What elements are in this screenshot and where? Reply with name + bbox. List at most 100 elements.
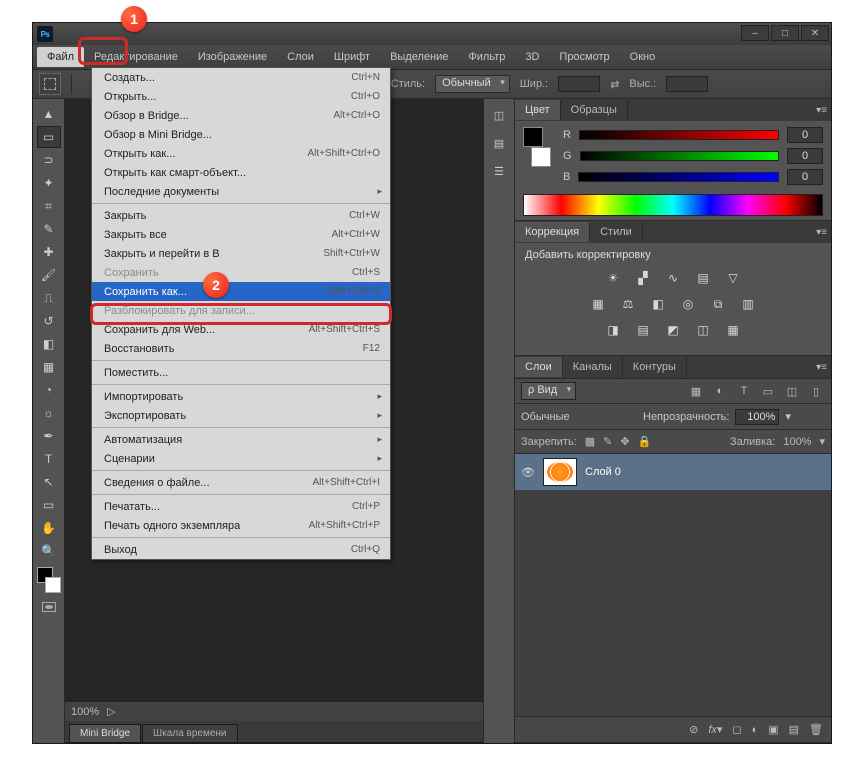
menu-item[interactable]: Печатать...Ctrl+P bbox=[92, 497, 390, 516]
lasso-tool[interactable]: ⊃ bbox=[37, 149, 61, 171]
r-slider[interactable] bbox=[579, 130, 779, 140]
eyedropper-tool[interactable]: ✎ bbox=[37, 218, 61, 240]
gradmap-icon[interactable]: ▦ bbox=[723, 321, 743, 339]
lock-pos-icon[interactable]: ✥ bbox=[620, 435, 629, 448]
delete-icon[interactable]: 🗑 bbox=[809, 723, 823, 736]
eraser-tool[interactable]: ◧ bbox=[37, 333, 61, 355]
lut-icon[interactable]: ▥ bbox=[738, 295, 758, 313]
tab-timeline[interactable]: Шкала времени bbox=[142, 724, 237, 742]
minimize-button[interactable]: – bbox=[741, 25, 769, 41]
menu-item[interactable]: Обзор в Bridge...Alt+Ctrl+O bbox=[92, 106, 390, 125]
fg-bg-tool-swatch[interactable] bbox=[37, 567, 61, 593]
zoom-level[interactable]: 100% bbox=[71, 706, 99, 718]
close-button[interactable]: ✕ bbox=[801, 25, 829, 41]
menu-item[interactable]: Сохранить как...Shift+Ctrl+S bbox=[92, 282, 390, 301]
vibrance-icon[interactable]: ▽ bbox=[723, 269, 743, 287]
tab-swatches[interactable]: Образцы bbox=[561, 100, 628, 120]
filter-smart-icon[interactable]: ◫ bbox=[783, 385, 801, 398]
quick-mask-icon[interactable] bbox=[38, 598, 60, 616]
menu-item[interactable]: Импортировать bbox=[92, 387, 390, 406]
balance-icon[interactable]: ⚖ bbox=[618, 295, 638, 313]
mask-icon[interactable]: ◻ bbox=[732, 723, 741, 736]
menu-item[interactable]: Автоматизация bbox=[92, 430, 390, 449]
group-icon[interactable]: ▣ bbox=[768, 723, 778, 736]
wand-tool[interactable]: ✦ bbox=[37, 172, 61, 194]
height-input[interactable] bbox=[666, 76, 708, 92]
tab-styles[interactable]: Стили bbox=[590, 222, 643, 242]
new-layer-icon[interactable]: ▤ bbox=[789, 723, 799, 736]
fg-bg-swatches[interactable] bbox=[523, 127, 551, 167]
mixer-icon[interactable]: ⧉ bbox=[708, 295, 728, 313]
selective-icon[interactable]: ◫ bbox=[693, 321, 713, 339]
menu-item[interactable]: Последние документы bbox=[92, 182, 390, 201]
menu-слои[interactable]: Слои bbox=[277, 47, 324, 67]
photo-filter-icon[interactable]: ◎ bbox=[678, 295, 698, 313]
shape-tool[interactable]: ▭ bbox=[37, 494, 61, 516]
panel-menu-icon[interactable]: ▾≡ bbox=[816, 362, 827, 373]
exposure-icon[interactable]: ▤ bbox=[693, 269, 713, 287]
layer-list[interactable]: 👁 Слой 0 bbox=[515, 454, 831, 716]
r-input[interactable]: 0 bbox=[787, 127, 823, 143]
filter-shape-icon[interactable]: ▭ bbox=[759, 385, 777, 398]
swap-icon[interactable]: ⇄ bbox=[610, 78, 619, 91]
lock-trans-icon[interactable]: ▩ bbox=[585, 435, 595, 448]
g-slider[interactable] bbox=[580, 151, 779, 161]
menu-item[interactable]: Сведения о файле...Alt+Shift+Ctrl+I bbox=[92, 473, 390, 492]
menu-item[interactable]: Закрыть всеAlt+Ctrl+W bbox=[92, 225, 390, 244]
menu-просмотр[interactable]: Просмотр bbox=[549, 47, 619, 67]
tab-adjustments[interactable]: Коррекция bbox=[515, 222, 590, 242]
filter-type-icon[interactable]: T bbox=[735, 385, 753, 397]
menu-выделение[interactable]: Выделение bbox=[380, 47, 458, 67]
menu-item[interactable]: ЗакрытьCtrl+W bbox=[92, 206, 390, 225]
layer-thumbnail[interactable] bbox=[543, 458, 577, 486]
tab-channels[interactable]: Каналы bbox=[563, 357, 623, 377]
b-input[interactable]: 0 bbox=[787, 169, 823, 185]
curves-icon[interactable]: ∿ bbox=[663, 269, 683, 287]
filter-image-icon[interactable]: ▦ bbox=[687, 385, 705, 398]
menu-item[interactable]: Открыть...Ctrl+O bbox=[92, 87, 390, 106]
g-input[interactable]: 0 bbox=[787, 148, 823, 164]
opacity-input[interactable]: 100% bbox=[735, 409, 779, 425]
hue-icon[interactable]: ▦ bbox=[588, 295, 608, 313]
panel-menu-icon[interactable]: ▾≡ bbox=[816, 105, 827, 116]
menu-item[interactable]: Создать...Ctrl+N bbox=[92, 68, 390, 87]
menu-item[interactable]: Сценарии bbox=[92, 449, 390, 468]
pen-tool[interactable]: ✒ bbox=[37, 425, 61, 447]
fx-icon[interactable]: fx▾ bbox=[708, 723, 722, 736]
fill-adj-icon[interactable]: ◐ bbox=[752, 724, 759, 736]
marquee-tool[interactable]: ▭ bbox=[37, 126, 61, 148]
menu-3d[interactable]: 3D bbox=[515, 47, 549, 67]
link-layers-icon[interactable]: ⊘ bbox=[689, 723, 698, 736]
filter-adjust-icon[interactable]: ◐ bbox=[711, 385, 729, 397]
history-panel-icon[interactable]: ◫ bbox=[488, 105, 510, 125]
gradient-tool[interactable]: ▦ bbox=[37, 356, 61, 378]
menu-item[interactable]: Закрыть и перейти в BShift+Ctrl+W bbox=[92, 244, 390, 263]
fill-input[interactable]: 100% bbox=[783, 436, 811, 448]
blend-mode-select[interactable]: Обычные bbox=[521, 411, 631, 423]
menu-item[interactable]: Поместить... bbox=[92, 363, 390, 382]
layer-row[interactable]: 👁 Слой 0 bbox=[515, 454, 831, 490]
panel-menu-icon[interactable]: ▾≡ bbox=[816, 227, 827, 238]
filter-toggle-icon[interactable]: ▯ bbox=[807, 385, 825, 398]
menu-редактирование[interactable]: Редактирование bbox=[84, 47, 188, 67]
heal-tool[interactable]: ✚ bbox=[37, 241, 61, 263]
menu-item[interactable]: ВыходCtrl+Q bbox=[92, 540, 390, 559]
opacity-arrow-icon[interactable]: ▾ bbox=[785, 410, 791, 423]
dodge-tool[interactable]: ☼ bbox=[37, 402, 61, 424]
visibility-icon[interactable]: 👁 bbox=[521, 466, 535, 479]
menu-item[interactable]: ВосстановитьF12 bbox=[92, 339, 390, 358]
move-tool[interactable]: ▲ bbox=[37, 103, 61, 125]
width-input[interactable] bbox=[558, 76, 600, 92]
tab-color[interactable]: Цвет bbox=[515, 100, 561, 120]
crop-tool[interactable]: ⌗ bbox=[37, 195, 61, 217]
blur-tool[interactable]: ◔ bbox=[37, 379, 61, 401]
menu-item[interactable]: Сохранить для Web...Alt+Shift+Ctrl+S bbox=[92, 320, 390, 339]
tab-layers[interactable]: Слои bbox=[515, 357, 563, 377]
path-tool[interactable]: ↖ bbox=[37, 471, 61, 493]
marquee-tool-preset-icon[interactable] bbox=[39, 73, 61, 95]
levels-icon[interactable]: ▞ bbox=[633, 269, 653, 287]
actions-panel-icon[interactable]: ▤ bbox=[488, 133, 510, 153]
menu-item[interactable]: Печать одного экземпляраAlt+Shift+Ctrl+P bbox=[92, 516, 390, 535]
hand-tool[interactable]: ✋ bbox=[37, 517, 61, 539]
lock-all-icon[interactable]: 🔒 bbox=[638, 435, 652, 448]
